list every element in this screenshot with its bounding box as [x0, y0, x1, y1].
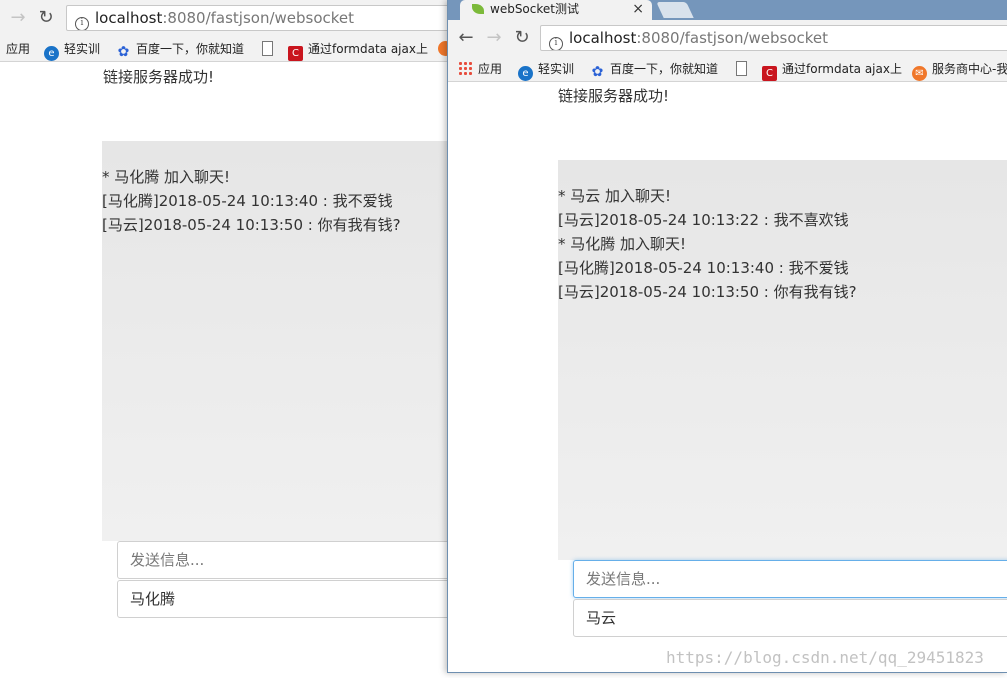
chat-message: [马云]2018-05-24 10:13:22 : 我不喜欢钱 — [558, 211, 849, 229]
csdn-icon: C — [762, 66, 777, 81]
bookmarks-bar: 应用 e 轻实训 ✿ 百度一下，你就知道 C 通过formdata ajax上 — [0, 36, 448, 62]
chat-message: * 马化腾 加入聊天! — [102, 168, 231, 186]
close-icon[interactable]: × — [632, 0, 644, 18]
reload-icon[interactable]: ↻ — [36, 8, 56, 28]
page-content: 链接服务器成功! * 马化腾 加入聊天! [马化腾]2018-05-24 10:… — [0, 62, 448, 678]
bookmark-baidu[interactable]: ✿ 百度一下，你就知道 — [590, 60, 718, 80]
baidu-paw-icon: ✿ — [117, 44, 130, 60]
username-input[interactable]: 马化腾 — [117, 580, 448, 618]
browser-toolbar: ← → ↻ i localhost:8080/fastjson/websocket — [448, 20, 1007, 56]
forward-icon[interactable]: → — [8, 8, 28, 28]
spring-leaf-icon — [472, 4, 484, 14]
chat-message: [马云]2018-05-24 10:13:50 : 你有我有钱? — [102, 216, 401, 234]
url-host: localhost — [95, 9, 163, 27]
bookmark-document[interactable] — [262, 40, 278, 58]
chat-log: * 马云 加入聊天! [马云]2018-05-24 10:13:22 : 我不喜… — [558, 160, 1007, 560]
message-input[interactable] — [573, 560, 1007, 598]
connection-status: 链接服务器成功! — [558, 87, 670, 105]
url-path: :8080/fastjson/websocket — [162, 9, 355, 27]
message-input-field[interactable] — [130, 542, 448, 578]
csdn-icon: C — [288, 46, 303, 61]
bookmark-formdata[interactable]: C 通过formdata ajax上 — [288, 40, 428, 61]
chat-message: [马化腾]2018-05-24 10:13:40 : 我不爱钱 — [102, 192, 393, 210]
baidu-paw-icon: ✿ — [591, 64, 604, 80]
chat-log: * 马化腾 加入聊天! [马化腾]2018-05-24 10:13:40 : 我… — [102, 141, 448, 541]
chat-message: [马化腾]2018-05-24 10:13:40 : 我不爱钱 — [558, 259, 849, 277]
bookmark-apps[interactable]: 应用 — [6, 40, 30, 58]
bookmarks-bar: 应用 e 轻实训 ✿ 百度一下，你就知道 C 通过formdata ajax上 ✉ 服务… — [448, 56, 1007, 82]
bookmark-qingshixun[interactable]: e 轻实训 — [518, 60, 574, 81]
new-tab-button[interactable] — [656, 2, 694, 18]
connection-status: 链接服务器成功! — [103, 68, 215, 86]
message-input[interactable] — [117, 541, 448, 579]
back-icon[interactable]: ← — [456, 28, 476, 48]
watermark: https://blog.csdn.net/qq_29451823 — [666, 648, 984, 667]
chat-message: * 马云 加入聊天! — [558, 187, 672, 205]
qingshixun-icon: e — [518, 66, 533, 81]
site-info-icon[interactable]: i — [75, 17, 89, 30]
bookmark-formdata[interactable]: C 通过formdata ajax上 — [762, 60, 902, 81]
apps-icon — [458, 61, 473, 76]
reload-icon[interactable]: ↻ — [512, 28, 532, 48]
browser-window-right: webSocket测试 × ← → ↻ i localhost:8080/fast… — [447, 0, 1007, 673]
address-bar[interactable]: i localhost:8080/fastjson/websocket — [66, 5, 448, 31]
page-content: 链接服务器成功! * 马云 加入聊天! [马云]2018-05-24 10:13… — [448, 82, 1007, 672]
message-input-field[interactable] — [586, 561, 1007, 597]
tab-title: webSocket测试 — [490, 2, 579, 16]
service-icon: ✉ — [912, 66, 927, 81]
bookmark-document[interactable] — [736, 60, 752, 78]
url-path: :8080/fastjson/websocket — [636, 29, 829, 47]
document-icon — [262, 41, 273, 56]
url-host: localhost — [569, 29, 637, 47]
forward-icon[interactable]: → — [484, 28, 504, 48]
bookmark-qingshixun[interactable]: e 轻实训 — [44, 40, 100, 61]
qingshixun-icon: e — [44, 46, 59, 61]
username-input[interactable]: 马云 — [573, 599, 1007, 637]
chat-message: * 马化腾 加入聊天! — [558, 235, 687, 253]
browser-window-left: → ↻ i localhost:8080/fastjson/websocket 应… — [0, 0, 448, 678]
site-info-icon[interactable]: i — [549, 37, 563, 50]
username-value: 马化腾 — [130, 590, 176, 608]
tab-websocket-test[interactable]: webSocket测试 × — [460, 0, 652, 20]
username-value: 马云 — [586, 609, 617, 627]
address-bar[interactable]: i localhost:8080/fastjson/websocket — [540, 25, 1007, 51]
document-icon — [736, 61, 747, 76]
bookmark-service-center[interactable]: ✉ 服务商中心-我 — [912, 60, 1007, 81]
tab-strip: webSocket测试 × — [448, 0, 1007, 20]
bookmark-baidu[interactable]: ✿ 百度一下，你就知道 — [116, 40, 244, 60]
browser-toolbar: → ↻ i localhost:8080/fastjson/websocket — [0, 0, 448, 36]
bookmark-apps[interactable]: 应用 — [458, 60, 502, 78]
chat-message: [马云]2018-05-24 10:13:50 : 你有我有钱? — [558, 283, 857, 301]
